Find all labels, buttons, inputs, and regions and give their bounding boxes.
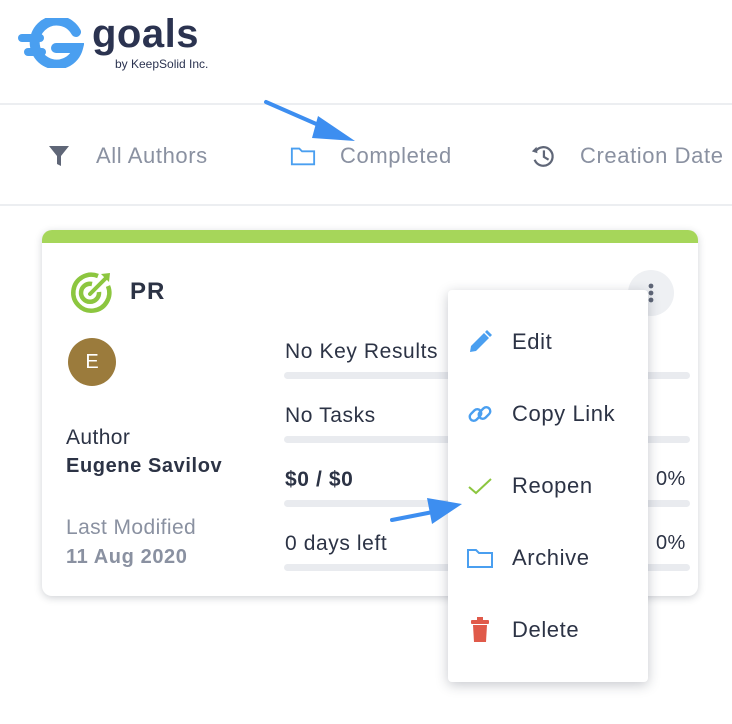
author-label: Author: [66, 426, 131, 449]
author-name: Eugene Savilov: [66, 455, 223, 477]
key-results-text: No Key Results: [285, 340, 439, 363]
trash-icon: [466, 616, 494, 644]
logo-byline: by KeepSolid Inc.: [115, 57, 209, 71]
goals-logo-icon: [18, 18, 84, 68]
checkmark-icon: [466, 472, 494, 500]
menu-item-edit-label: Edit: [512, 329, 553, 354]
filter-completed-label: Completed: [340, 143, 452, 168]
filter-icon: [46, 143, 72, 169]
folder-icon: [466, 544, 494, 572]
budget-text: $0 / $0: [285, 468, 354, 491]
link-icon: [466, 400, 494, 428]
filter-all-authors-label: All Authors: [96, 143, 208, 168]
avatar: E: [68, 338, 116, 386]
card-status-stripe: [42, 230, 698, 243]
goals-logo[interactable]: goals by KeepSolid Inc.: [18, 12, 248, 82]
filter-completed[interactable]: Completed: [290, 139, 452, 173]
tasks-text: No Tasks: [285, 404, 376, 427]
last-modified-label: Last Modified: [66, 516, 197, 539]
goal-context-menu: Edit Copy Link Reopen Archive Delete: [448, 290, 648, 682]
goal-target-icon: [68, 270, 114, 321]
filter-creation-date-label: Creation Date: [580, 143, 724, 168]
vertical-dots-icon: [648, 283, 654, 303]
last-modified-date: 11 Aug 2020: [66, 546, 188, 568]
folder-icon: [290, 143, 316, 169]
days-left-text: 0 days left: [285, 532, 388, 555]
budget-percent: 0%: [656, 468, 686, 490]
pencil-icon: [466, 328, 494, 356]
filter-creation-date[interactable]: Creation Date: [530, 139, 724, 173]
history-icon: [530, 143, 556, 169]
filter-all-authors[interactable]: All Authors: [46, 139, 208, 173]
menu-item-delete-label: Delete: [512, 617, 580, 642]
menu-item-edit[interactable]: Edit: [448, 306, 648, 378]
menu-item-reopen-label: Reopen: [512, 473, 593, 498]
menu-item-archive-label: Archive: [512, 545, 590, 570]
filter-divider: [0, 204, 732, 206]
menu-item-copy-link-label: Copy Link: [512, 401, 616, 426]
menu-item-delete[interactable]: Delete: [448, 594, 648, 666]
logo-wordmark: goals: [92, 12, 199, 56]
header-divider: [0, 103, 732, 105]
days-left-percent: 0%: [656, 532, 686, 554]
menu-item-reopen[interactable]: Reopen: [448, 450, 648, 522]
menu-item-copy-link[interactable]: Copy Link: [448, 378, 648, 450]
menu-item-archive[interactable]: Archive: [448, 522, 648, 594]
goal-title[interactable]: PR: [130, 278, 165, 306]
